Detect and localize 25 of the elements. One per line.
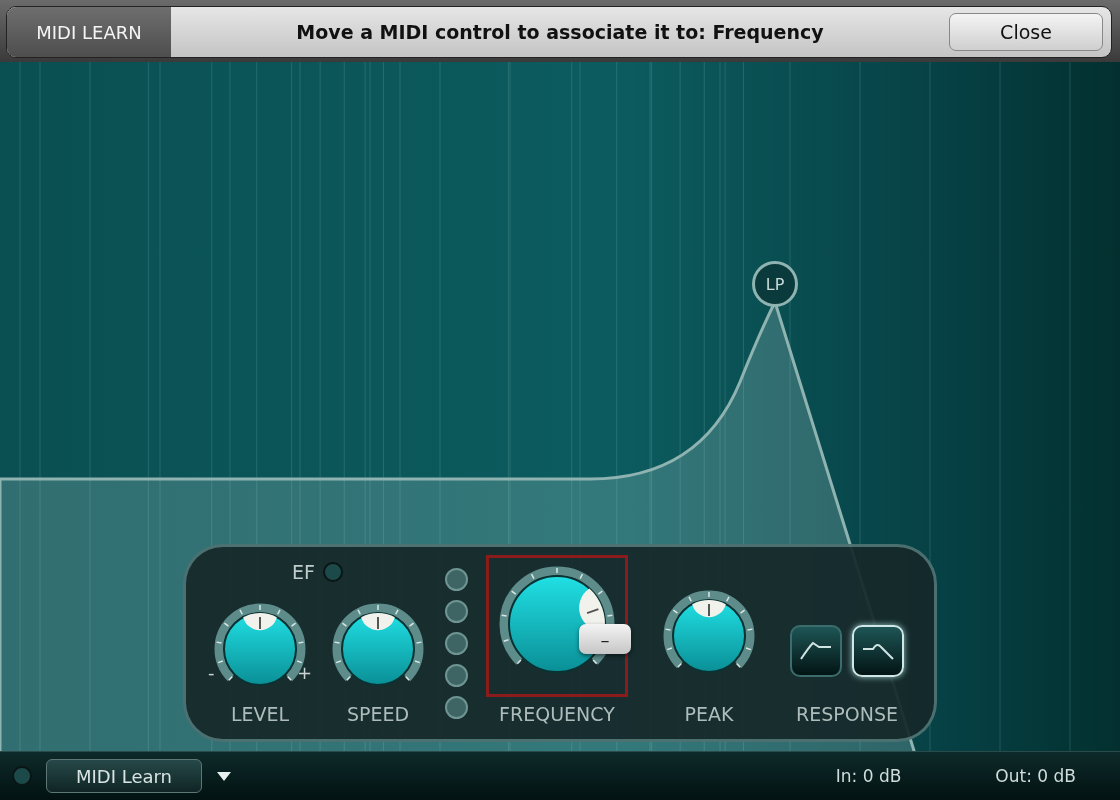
knob-label: LEVEL	[230, 703, 290, 725]
knob-label: PEAK	[684, 703, 734, 725]
max-sign: +	[296, 662, 312, 683]
banner-message: Move a MIDI control to associate it to: Frequency	[295, 21, 825, 43]
ef-label: EF	[292, 561, 315, 583]
slot-dot	[444, 599, 468, 623]
filter-curve-icon	[861, 641, 895, 661]
slot-dot	[444, 663, 468, 687]
dropdown-caret-icon[interactable]	[216, 770, 232, 782]
response-label: RESPONSE	[796, 703, 898, 725]
input-level: In: 0 dB	[835, 766, 902, 786]
filter-node[interactable]: LP	[752, 261, 798, 307]
output-level: Out: 0 dB	[995, 766, 1076, 786]
response-button[interactable]	[790, 625, 842, 677]
knob-label: SPEED	[346, 703, 410, 725]
min-sign: -	[208, 662, 215, 683]
knob-label: FREQUENCY	[499, 703, 615, 725]
slot-dot	[444, 631, 468, 655]
midi-learn-button[interactable]: MIDI Learn	[46, 759, 202, 793]
close-button[interactable]: Close	[949, 13, 1103, 51]
filter-curve-icon	[799, 641, 833, 661]
slot-dot	[444, 567, 468, 591]
value-tooltip: –	[579, 624, 631, 654]
slot-dot	[444, 695, 468, 719]
banner-label: MIDI LEARN	[7, 7, 171, 57]
